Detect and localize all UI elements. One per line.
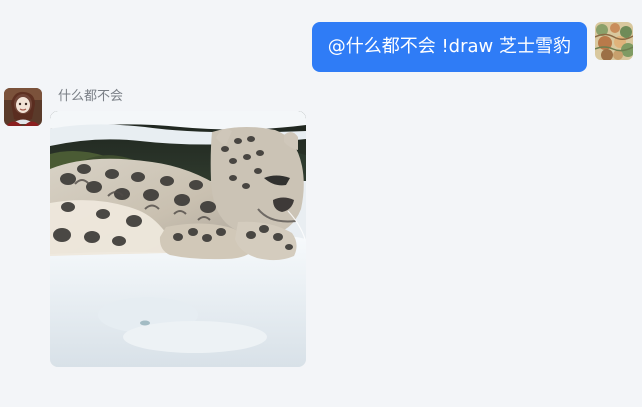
chat-window: @什么都不会 !draw 芝士雪豹 什么都不会 — [0, 0, 642, 407]
user-avatar-icon[interactable] — [595, 22, 633, 60]
outgoing-message: @什么都不会 !draw 芝士雪豹 — [311, 22, 633, 72]
outgoing-message-bubble[interactable]: @什么都不会 !draw 芝士雪豹 — [311, 22, 587, 72]
bot-avatar-icon[interactable] — [4, 88, 42, 126]
incoming-message-content: 什么都不会 — [50, 88, 306, 367]
incoming-message: 什么都不会 — [4, 88, 306, 367]
generated-image[interactable] — [50, 111, 306, 367]
sender-name: 什么都不会 — [58, 89, 124, 104]
